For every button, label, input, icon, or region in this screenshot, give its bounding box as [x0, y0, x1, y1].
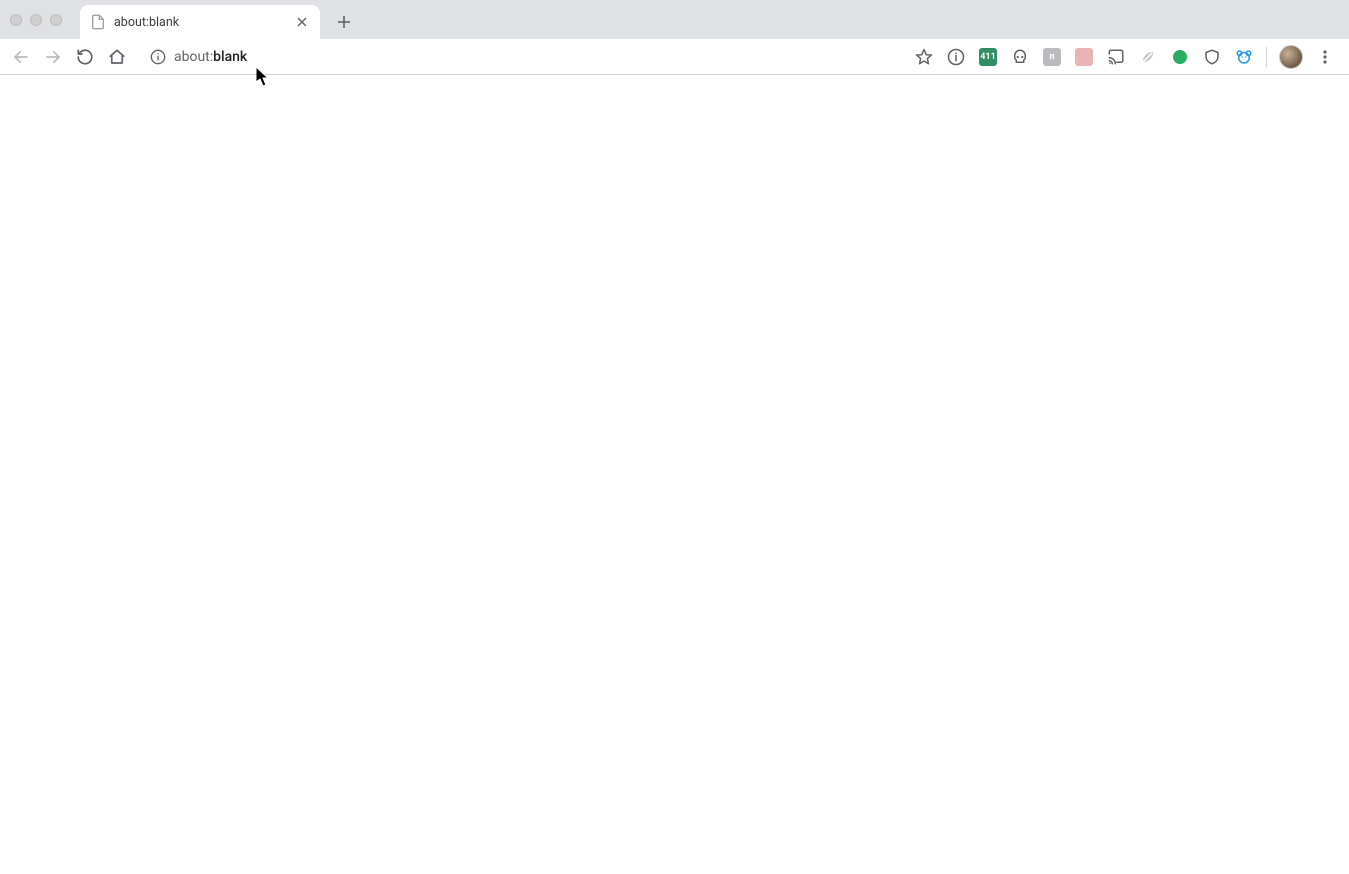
ext-bear[interactable]	[1230, 43, 1258, 71]
home-button[interactable]	[102, 42, 132, 72]
browser-chrome: about:blank	[0, 0, 1349, 75]
ext-stripes[interactable]	[1070, 43, 1098, 71]
chrome-menu-button[interactable]	[1311, 43, 1339, 71]
ext-shield[interactable]	[1198, 43, 1226, 71]
window-controls	[10, 14, 62, 26]
forward-button[interactable]	[38, 42, 68, 72]
toolbar-actions: 411 n	[910, 43, 1343, 71]
tab-strip: about:blank	[0, 0, 1349, 39]
site-info-icon[interactable]	[150, 49, 166, 65]
back-button[interactable]	[6, 42, 36, 72]
profile-avatar-button[interactable]	[1279, 45, 1303, 69]
url-scheme: about:	[174, 49, 213, 65]
new-tab-button[interactable]	[330, 8, 358, 36]
bookmark-star-button[interactable]	[910, 43, 938, 71]
tab-close-button[interactable]	[294, 14, 310, 30]
tab-title: about:blank	[114, 15, 286, 30]
ext-green-dot[interactable]	[1166, 43, 1194, 71]
window-minimize-button[interactable]	[30, 14, 42, 26]
address-bar[interactable]: about:blank	[140, 43, 902, 71]
url-text: about:blank	[174, 49, 892, 65]
ext-leaf[interactable]	[1134, 43, 1162, 71]
window-close-button[interactable]	[10, 14, 22, 26]
toolbar: about:blank 411 n	[0, 39, 1349, 75]
ext-cast[interactable]	[1102, 43, 1130, 71]
reload-button[interactable]	[70, 42, 100, 72]
page-content-blank	[0, 75, 1349, 874]
toolbar-separator	[1266, 47, 1267, 67]
ext-skull[interactable]	[1006, 43, 1034, 71]
ext-411[interactable]: 411	[974, 43, 1002, 71]
tab-active[interactable]: about:blank	[80, 5, 320, 39]
url-path: blank	[213, 49, 247, 65]
extensions-row: 411 n	[942, 43, 1258, 71]
window-zoom-button[interactable]	[50, 14, 62, 26]
ext-n-gray[interactable]: n	[1038, 43, 1066, 71]
file-icon	[90, 14, 106, 30]
ext-info[interactable]	[942, 43, 970, 71]
